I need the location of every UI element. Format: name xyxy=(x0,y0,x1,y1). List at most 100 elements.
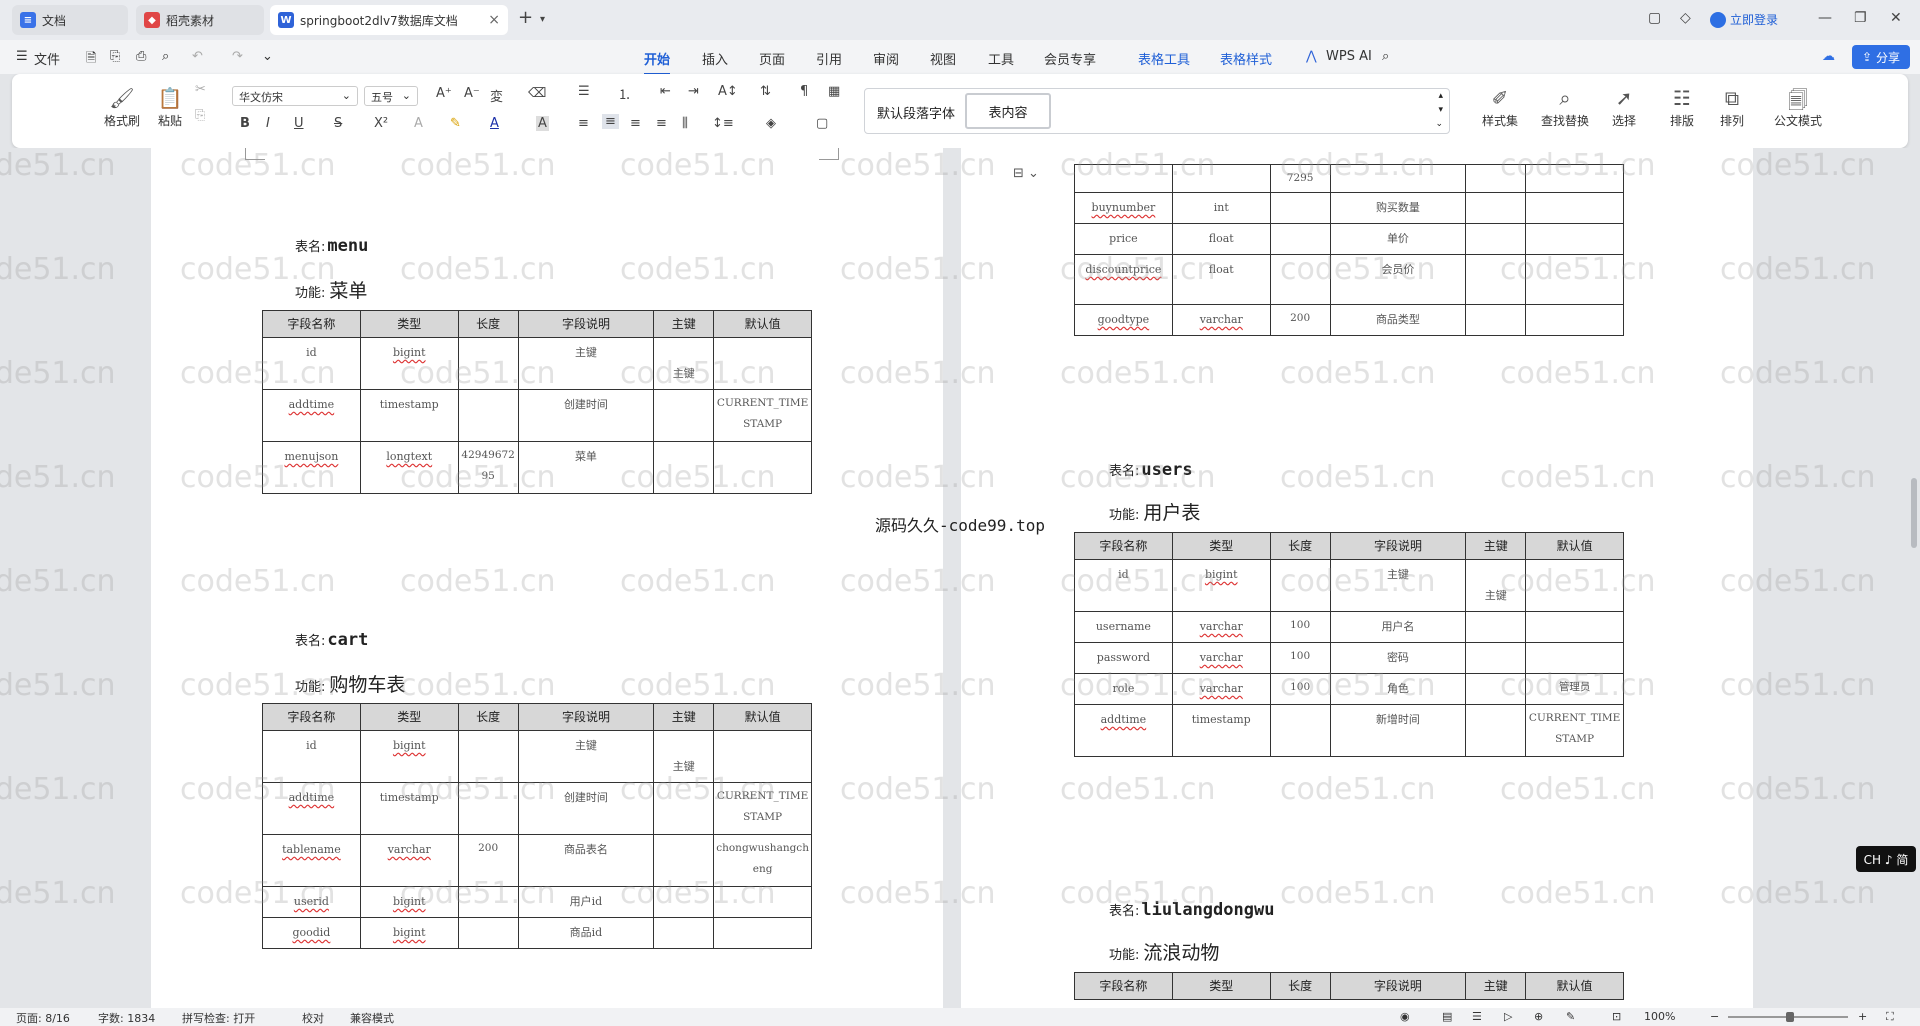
menu-item-table-style[interactable]: 表格样式 xyxy=(1220,49,1272,68)
menu-item-home[interactable]: 开始 xyxy=(644,49,671,75)
table-cell[interactable] xyxy=(1525,611,1624,643)
proofread[interactable]: 校对 xyxy=(302,1010,324,1026)
table-cell[interactable] xyxy=(457,917,519,949)
table-cell[interactable] xyxy=(1269,559,1331,612)
decrease-font-icon[interactable]: A⁻ xyxy=(464,86,480,101)
table-cell[interactable] xyxy=(653,782,715,835)
table-cell[interactable]: buynumber xyxy=(1074,192,1173,224)
zoom-out-icon[interactable]: − xyxy=(1710,1010,1719,1023)
table-cell[interactable] xyxy=(1329,164,1467,193)
menu-item-wps-ai[interactable]: WPS AI xyxy=(1326,49,1372,64)
table-cell[interactable]: varchar xyxy=(1171,611,1271,643)
table-cell[interactable]: 角色 xyxy=(1329,673,1467,705)
distribute-icon[interactable]: ⫼ xyxy=(682,116,688,131)
table-cell[interactable]: menujson xyxy=(262,441,361,494)
menu-item-reference[interactable]: 引用 xyxy=(816,49,842,68)
sort-icon[interactable]: ⇅ xyxy=(760,84,771,99)
outdent-icon[interactable]: ⇤ xyxy=(660,84,671,99)
table-cell[interactable]: 主键 xyxy=(1329,559,1467,612)
menu-item-tools[interactable]: 工具 xyxy=(988,49,1014,68)
table-cell[interactable]: 管理员 xyxy=(1525,673,1624,705)
share-button[interactable]: ⇪ 分享 xyxy=(1852,45,1910,69)
web-view-icon[interactable]: ⊕ xyxy=(1534,1010,1543,1023)
print-icon[interactable]: ⎙ xyxy=(136,49,146,64)
table-cell[interactable] xyxy=(653,834,715,887)
paste-button[interactable]: 📋 粘贴 xyxy=(148,86,192,129)
table-cell[interactable]: 商品表名 xyxy=(517,834,655,887)
pen-icon[interactable]: ✎ xyxy=(1566,1010,1575,1023)
outline-icon[interactable]: ☰ xyxy=(1472,1010,1482,1023)
scroll-up-icon[interactable]: ▴ xyxy=(1438,91,1443,101)
table-cell[interactable]: 菜单 xyxy=(517,441,655,494)
table-cell[interactable] xyxy=(1465,642,1527,674)
table-cell[interactable]: 主键 xyxy=(517,730,655,783)
table-cell[interactable]: bigint xyxy=(359,886,459,918)
table-cell[interactable]: role xyxy=(1074,673,1173,705)
table-cell[interactable]: 创建时间 xyxy=(517,389,655,442)
table-cell[interactable]: timestamp xyxy=(1171,704,1271,757)
table-cell[interactable] xyxy=(653,917,715,949)
table-cell[interactable]: password xyxy=(1074,642,1173,674)
table-cell[interactable] xyxy=(1465,304,1527,336)
increase-font-icon[interactable]: A⁺ xyxy=(436,86,452,101)
spell-check[interactable]: 拼写检查: 打开 xyxy=(182,1010,255,1026)
chevron-down-icon[interactable]: ▾ xyxy=(540,14,545,25)
menu-item-table-tools[interactable]: 表格工具 xyxy=(1138,49,1190,68)
menu-file[interactable]: 文件 xyxy=(34,49,60,68)
style-table-content[interactable]: 表内容 xyxy=(965,93,1051,129)
table-cell[interactable]: 200 xyxy=(1269,304,1331,336)
table-cell[interactable]: bigint xyxy=(1171,559,1271,612)
table-cell[interactable] xyxy=(1171,164,1271,193)
table-cell[interactable]: bigint xyxy=(359,337,459,390)
tab-docs[interactable]: ≡ 文档 xyxy=(12,5,128,35)
table-cell[interactable]: 200 xyxy=(457,834,519,887)
styles-button[interactable]: ✐ 样式集 xyxy=(1472,86,1528,129)
table-cell[interactable]: 密码 xyxy=(1329,642,1467,674)
table-cell[interactable]: 用户名 xyxy=(1329,611,1467,643)
table-cell[interactable]: 商品id xyxy=(517,917,655,949)
ime-indicator[interactable]: CH ♪ 简 xyxy=(1856,846,1916,872)
table-cell[interactable] xyxy=(1074,164,1173,193)
phonetic-icon[interactable]: 変 xyxy=(490,86,503,105)
table-cell[interactable]: 会员价 xyxy=(1329,254,1467,305)
table-cell[interactable]: 主键 xyxy=(517,337,655,390)
table-cell[interactable]: tablename xyxy=(262,834,361,887)
layout-button[interactable]: ☷ 排版 xyxy=(1660,86,1704,129)
char-shading-icon[interactable]: A xyxy=(536,116,549,131)
table-cell[interactable] xyxy=(1525,254,1624,305)
table-cell[interactable] xyxy=(713,886,812,918)
table-cell[interactable]: varchar xyxy=(1171,304,1271,336)
table-cell[interactable]: 100 xyxy=(1269,611,1331,643)
table-cell[interactable] xyxy=(1465,192,1527,224)
table-cell[interactable] xyxy=(1465,673,1527,705)
table-cell[interactable]: username xyxy=(1074,611,1173,643)
scrollbar-thumb[interactable] xyxy=(1911,478,1917,548)
table-cell[interactable] xyxy=(713,730,812,783)
menu-item-insert[interactable]: 插入 xyxy=(702,49,728,68)
table-cell[interactable] xyxy=(1465,223,1527,255)
table-cell[interactable]: id xyxy=(1074,559,1173,612)
table-cell[interactable] xyxy=(457,389,519,442)
table-cell[interactable]: 100 xyxy=(1269,673,1331,705)
cut-icon[interactable]: ✂ xyxy=(195,82,206,97)
table-cell[interactable]: 7295 xyxy=(1269,164,1331,193)
table-cell[interactable]: 100 xyxy=(1269,642,1331,674)
bullet-list-icon[interactable]: ☰ xyxy=(578,84,590,99)
table-cell[interactable] xyxy=(1525,642,1624,674)
table-cell[interactable] xyxy=(457,730,519,783)
table-cell[interactable]: addtime xyxy=(262,389,361,442)
close-tab-icon[interactable]: × xyxy=(488,12,500,28)
table-cell[interactable]: int xyxy=(1171,192,1271,224)
table-cell[interactable] xyxy=(1525,223,1624,255)
table-cell[interactable] xyxy=(1269,192,1331,224)
table-cell[interactable]: 购买数量 xyxy=(1329,192,1467,224)
italic-icon[interactable]: I xyxy=(266,116,270,131)
table-cell[interactable] xyxy=(1465,254,1527,305)
table-cell[interactable] xyxy=(1525,304,1624,336)
table-cell[interactable] xyxy=(1525,559,1624,612)
line-spacing-icon[interactable]: ↕≡ xyxy=(712,116,734,131)
table-cell[interactable]: varchar xyxy=(1171,642,1271,674)
table-cell[interactable]: addtime xyxy=(262,782,361,835)
page-indicator[interactable]: 页面: 8/16 xyxy=(16,1010,70,1026)
fit-icon[interactable]: ⊡ xyxy=(1612,1010,1621,1023)
